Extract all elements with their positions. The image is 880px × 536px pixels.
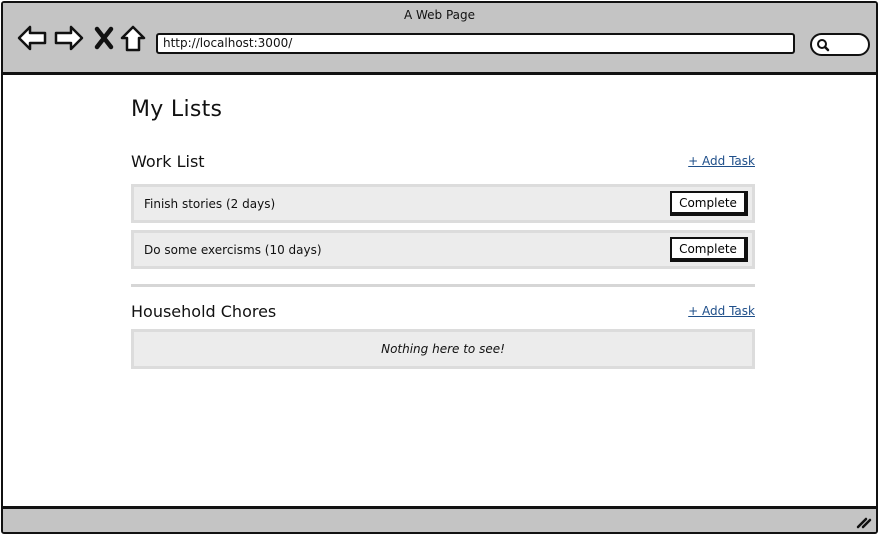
task-row: Finish stories (2 days) Complete (131, 184, 755, 223)
list-title-household: Household Chores (131, 302, 277, 321)
page-title: My Lists (131, 97, 223, 122)
list-divider (131, 284, 755, 287)
back-arrow-icon[interactable] (17, 23, 47, 53)
close-icon[interactable] (91, 23, 121, 53)
browser-window: A Web Page http://localhost:3000/ My Lis… (1, 1, 878, 534)
list-title-work: Work List (131, 152, 205, 171)
task-label: Do some exercisms (10 days) (144, 243, 322, 257)
resize-grip-icon[interactable] (856, 515, 872, 529)
task-label: Finish stories (2 days) (144, 197, 276, 211)
task-row: Do some exercisms (10 days) Complete (131, 230, 755, 269)
status-bar (3, 506, 876, 532)
add-task-link-work[interactable]: + Add Task (688, 154, 755, 168)
add-task-link-household[interactable]: + Add Task (688, 304, 755, 318)
home-icon[interactable] (119, 23, 149, 53)
complete-button[interactable]: Complete (670, 237, 748, 262)
search-field[interactable] (810, 33, 870, 56)
window-title: A Web Page (403, 8, 476, 22)
address-bar[interactable]: http://localhost:3000/ (156, 33, 795, 54)
search-icon (817, 39, 830, 52)
complete-button[interactable]: Complete (670, 191, 748, 216)
forward-arrow-icon[interactable] (54, 23, 84, 53)
browser-toolbar: A Web Page http://localhost:3000/ (3, 3, 876, 75)
empty-state: Nothing here to see! (131, 329, 755, 369)
